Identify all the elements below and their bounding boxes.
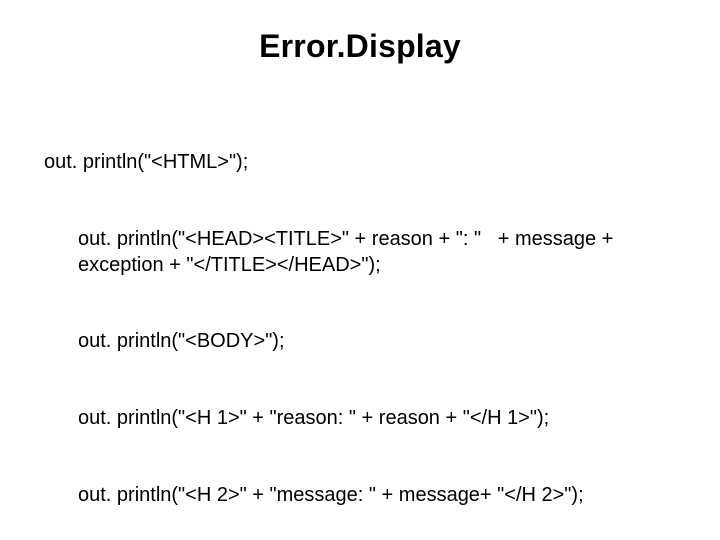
code-line: out. println("<H 2>" + "message: " + mes… xyxy=(44,483,676,509)
code-block: out. println("<HTML>"); out. println("<H… xyxy=(44,99,676,540)
code-line: out. println("<HTML>"); xyxy=(44,150,676,176)
code-line: out. println("<H 1>" + "reason: " + reas… xyxy=(44,406,676,432)
page-title: Error.Display xyxy=(44,28,676,65)
code-line: out. println("<HEAD><TITLE>" + reason + … xyxy=(44,227,676,278)
code-line: out. println("<BODY>"); xyxy=(44,329,676,355)
slide: Error.Display out. println("<HTML>"); ou… xyxy=(0,0,720,540)
